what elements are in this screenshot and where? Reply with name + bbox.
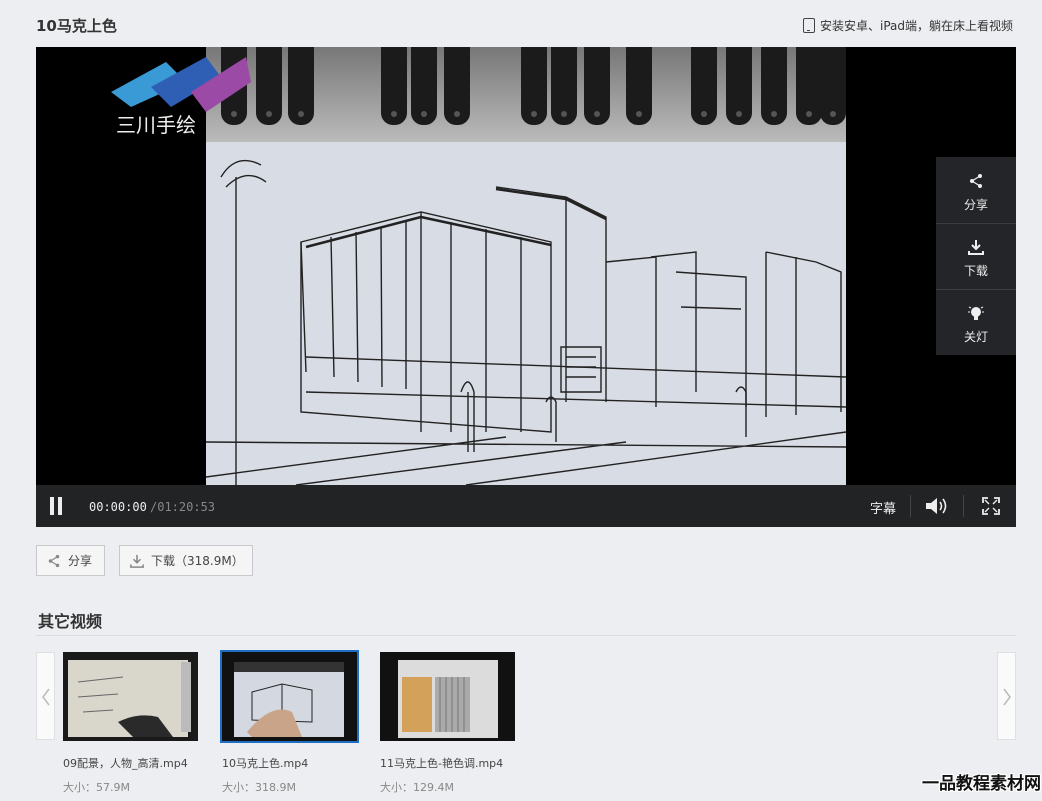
share-button-label: 分享: [68, 554, 93, 568]
divider: [910, 495, 911, 517]
carousel-prev-button[interactable]: [36, 652, 55, 740]
video-thumbnail[interactable]: [380, 652, 515, 741]
fullscreen-icon[interactable]: [982, 497, 1000, 515]
chevron-left-icon: [42, 688, 50, 706]
share-icon: [48, 554, 60, 567]
video-thumbnail[interactable]: [220, 650, 359, 743]
video-size: 大小：318.9M: [222, 781, 296, 794]
download-button-label: 下载（318.9M）: [151, 554, 244, 568]
video-player[interactable]: 三川手绘 分享 下载 关灯 00:00:00 /01:20:53 字幕: [36, 47, 1016, 527]
carousel-next-button[interactable]: [997, 652, 1016, 740]
side-light-label: 关灯: [963, 330, 988, 344]
thumbnail-image: [222, 652, 357, 741]
side-share-label: 分享: [963, 198, 988, 212]
control-bar: 00:00:00 /01:20:53 字幕: [36, 485, 1016, 527]
side-download-button[interactable]: 下载: [936, 223, 1016, 289]
app-promo-text: 安装安卓、iPad端，躺在床上看视频: [819, 19, 1013, 33]
subtitle-button[interactable]: 字幕: [870, 498, 896, 517]
section-divider: [36, 635, 1016, 636]
section-title: 其它视频: [38, 612, 103, 631]
download-icon: [968, 240, 984, 255]
chevron-right-icon: [1003, 688, 1011, 706]
video-size: 大小：57.9M: [63, 781, 130, 794]
tablet-icon: [802, 18, 815, 33]
share-icon: [970, 174, 982, 188]
total-time: /01:20:53: [150, 500, 216, 514]
channel-logo: 三川手绘: [111, 57, 251, 137]
download-icon: [130, 554, 144, 568]
video-title[interactable]: 10马克上色.mp4: [222, 755, 308, 771]
side-light-button[interactable]: 关灯: [936, 289, 1016, 355]
svg-text:三川手绘: 三川手绘: [116, 113, 196, 137]
current-time: 00:00:00: [89, 500, 147, 514]
building-sketch: [206, 159, 846, 485]
video-size: 大小：129.4M: [380, 781, 454, 794]
side-share-button[interactable]: 分享: [936, 157, 1016, 223]
share-button[interactable]: 分享: [36, 545, 105, 576]
lightbulb-icon: [968, 306, 984, 320]
side-panel: 分享 下载 关灯: [936, 157, 1016, 355]
video-title[interactable]: 11马克上色-艳色调.mp4: [380, 755, 503, 771]
pause-button[interactable]: [49, 497, 63, 515]
side-download-label: 下载: [963, 264, 988, 278]
watermark: 一品教程素材网: [922, 774, 1041, 794]
video-thumbnail[interactable]: [63, 652, 198, 741]
download-button[interactable]: 下载（318.9M）: [119, 545, 253, 576]
thumbnail-image: [63, 652, 198, 741]
divider: [963, 495, 964, 517]
volume-icon[interactable]: [924, 496, 950, 516]
video-frame: [206, 47, 846, 485]
page-title: 10马克上色: [36, 17, 117, 35]
thumbnail-image: [380, 652, 515, 741]
app-promo-link[interactable]: 安装安卓、iPad端，躺在床上看视频: [802, 17, 1013, 34]
video-title[interactable]: 09配景，人物_高清.mp4: [63, 755, 188, 771]
